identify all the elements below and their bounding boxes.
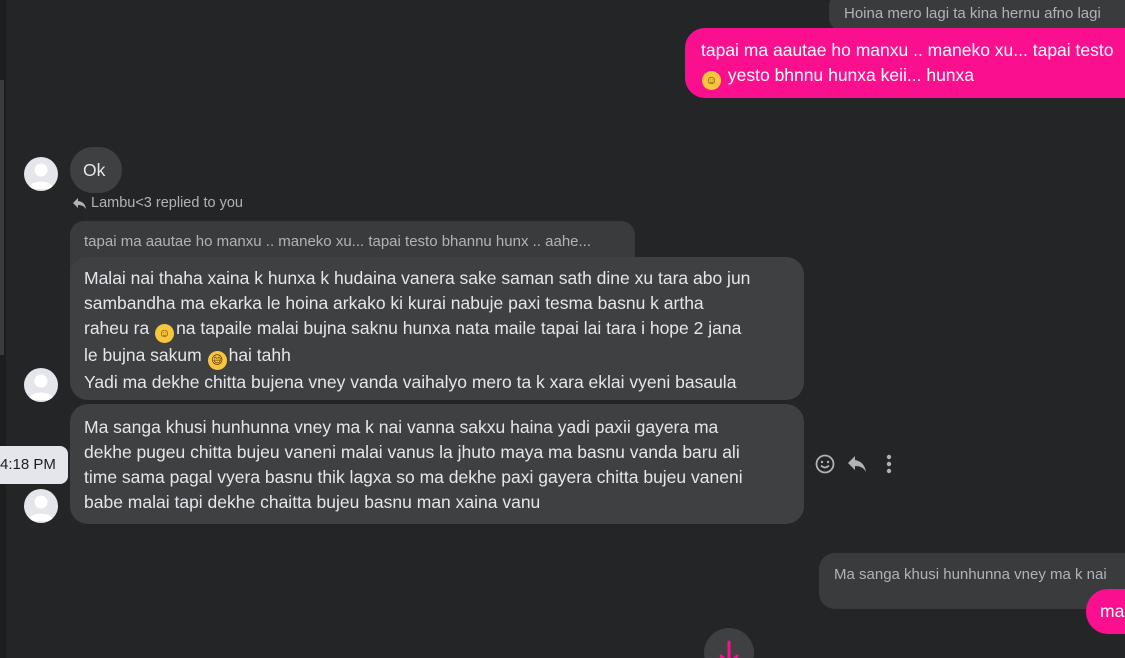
reply-arrow-icon: [73, 197, 86, 209]
quoted-text: tapai ma aautae ho manxu .. maneko xu...…: [84, 233, 592, 250]
quoted-text: Hoina mero lagi ta kina hernu afno lagi: [844, 5, 1101, 22]
message-line: time sama pagal vyera basnu thik lagxa s…: [84, 467, 743, 487]
avatar[interactable]: [24, 157, 58, 191]
message-line: Ma sanga khusi hunhunna vney ma k nai va…: [84, 417, 719, 437]
default-avatar-icon: [28, 374, 54, 400]
timestamp-tooltip: 4:18 PM: [0, 446, 68, 484]
outgoing-message[interactable]: tapai ma aautae ho manxu .. maneko xu...…: [685, 28, 1125, 98]
incoming-message-hovered[interactable]: Ma sanga khusi hunhunna vney ma k nai va…: [70, 404, 804, 524]
left-scrollbar[interactable]: [0, 80, 4, 355]
message-text: na tapaile malai bujna saknu hunxa nata …: [176, 318, 742, 338]
chat-thread[interactable]: Hoina mero lagi ta kina hernu afno lagi …: [0, 0, 1125, 658]
message-text: Ok: [83, 160, 106, 180]
message-text: ma: [1100, 601, 1125, 621]
message-text: le bujna sakum: [84, 345, 202, 365]
message-line: tapai ma aautae ho manxu .. maneko xu...…: [701, 40, 1114, 60]
reply-note-text: Lambu<3 replied to you: [91, 195, 243, 211]
message-text: hai tahh: [228, 345, 291, 365]
reply-arrow-icon: [848, 456, 866, 472]
message-text: yesto bhnnu hunxa keii... hunxa: [727, 65, 975, 85]
quoted-text: Ma sanga khusi hunhunna vney ma k nai: [834, 566, 1107, 583]
message-line: dekhe pugeu chitta bujeu vaneni malai va…: [84, 442, 740, 462]
message-line: raheu ra ☺ na tapaile malai bujna saknu h…: [84, 316, 804, 343]
message-line: babe malai tapi dekhe chaitta bujeu basn…: [84, 492, 541, 512]
react-button[interactable]: [813, 452, 837, 476]
incoming-message-ok[interactable]: Ok: [70, 147, 122, 193]
outgoing-message[interactable]: ma: [1086, 589, 1125, 634]
reply-indicator: Lambu<3 replied to you: [72, 195, 243, 211]
smiling-emoji-icon: ☺: [155, 324, 175, 343]
outgoing-quoted-reply[interactable]: Hoina mero lagi ta kina hernu afno lagi: [829, 0, 1125, 30]
reply-button[interactable]: [845, 452, 869, 476]
timestamp-text: 4:18 PM: [0, 456, 56, 473]
message-line: sambandha ma ekarka le hoina arkako ki k…: [84, 293, 704, 313]
arrow-down-icon: [719, 640, 739, 658]
more-options-button[interactable]: [877, 452, 901, 476]
scroll-to-bottom-button[interactable]: [704, 628, 754, 658]
incoming-message-long[interactable]: Malai nai thaha xaina k hunxa k hudaina …: [70, 257, 804, 400]
more-vertical-icon: [886, 454, 892, 474]
avatar[interactable]: [24, 368, 58, 402]
message-line: Malai nai thaha xaina k hunxa k hudaina …: [84, 268, 751, 288]
message-line: Yadi ma dekhe chitta bujena vney vanda v…: [84, 372, 737, 392]
default-avatar-icon: [28, 495, 54, 521]
sweat-smile-emoji-icon: 😅: [207, 351, 227, 370]
message-text: raheu ra: [84, 318, 150, 338]
smiley-icon: [815, 454, 835, 474]
message-line: ☺ yesto bhnnu hunxa keii... hunxa: [701, 63, 1125, 90]
smiling-emoji-icon: ☺: [702, 71, 721, 90]
message-actions: [813, 452, 901, 476]
message-line: le bujna sakum 😅 hai tahh: [84, 343, 804, 370]
avatar[interactable]: [24, 489, 58, 523]
outgoing-quoted-reply[interactable]: Ma sanga khusi hunhunna vney ma k nai: [819, 553, 1125, 609]
default-avatar-icon: [28, 163, 54, 189]
